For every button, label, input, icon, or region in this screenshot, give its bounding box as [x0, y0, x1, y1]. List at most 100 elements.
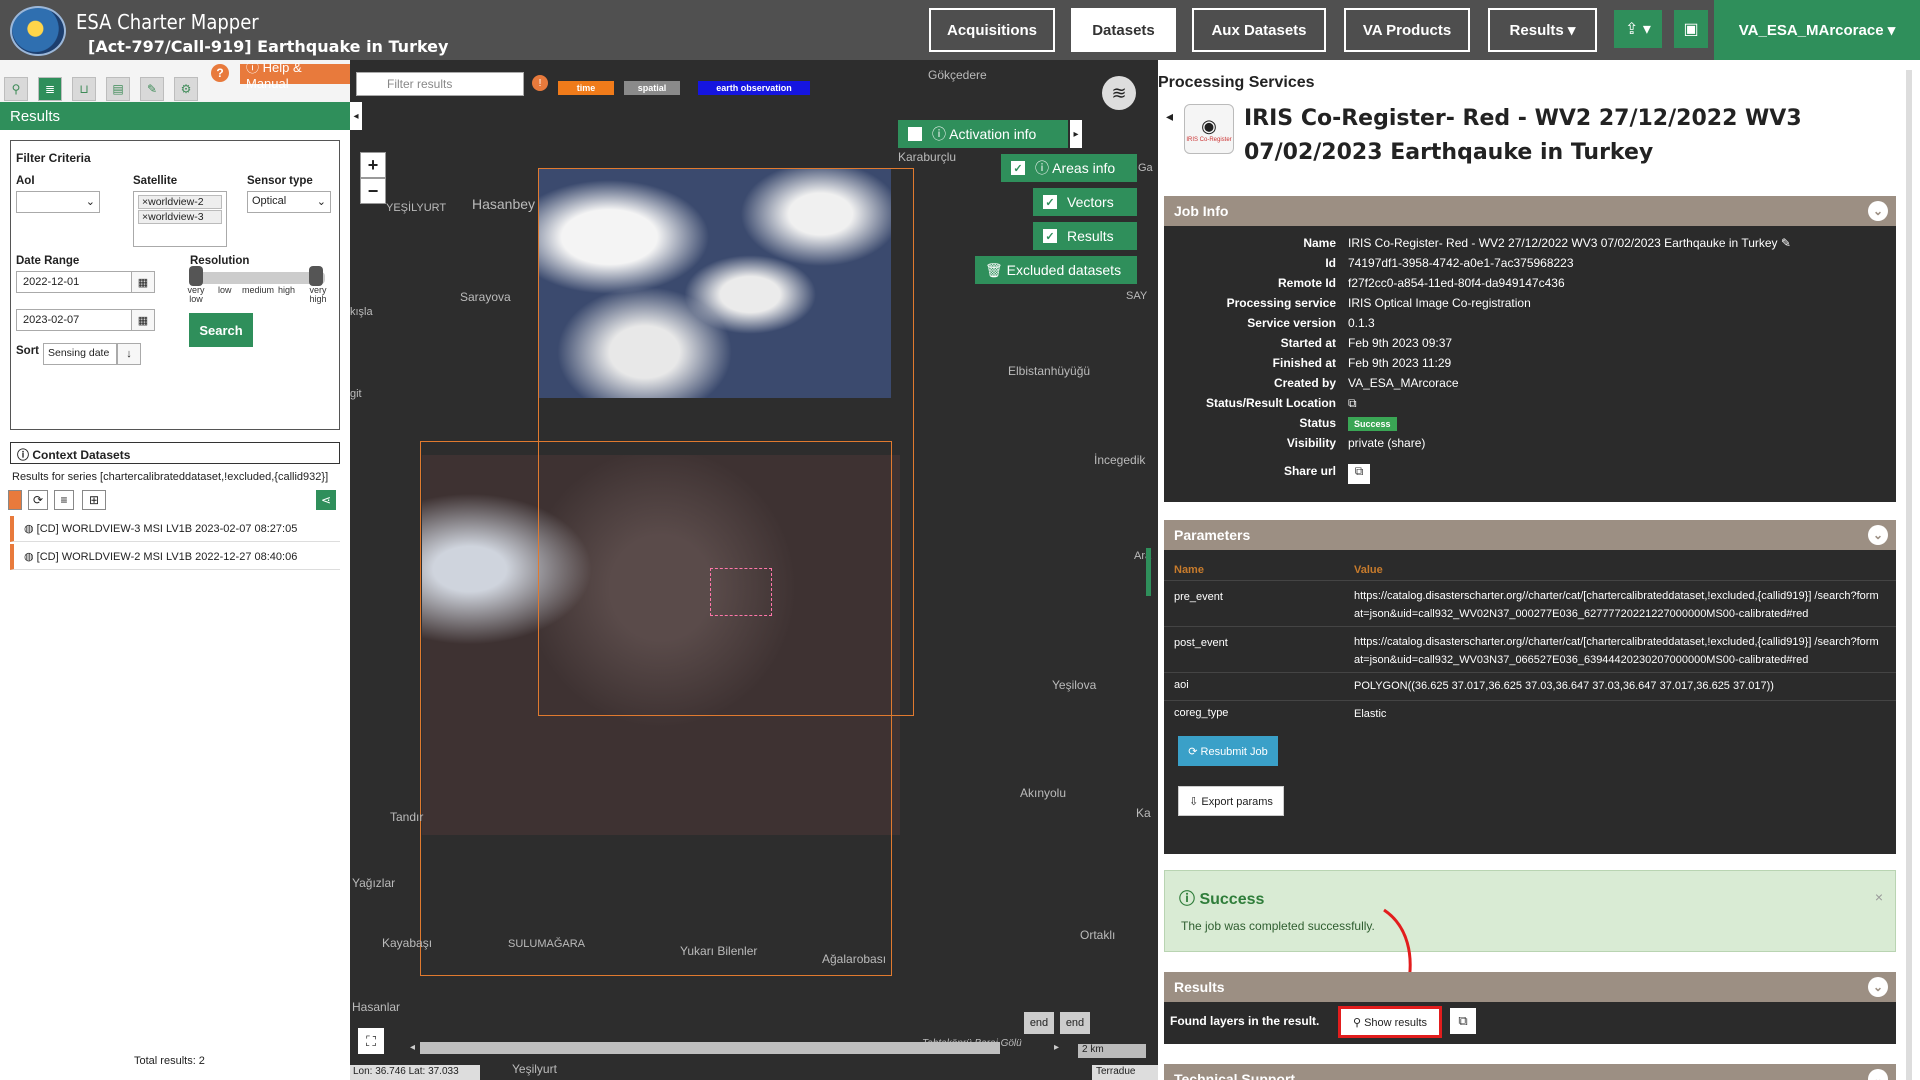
- nav-va-products[interactable]: VA Products: [1344, 8, 1470, 52]
- vectors-toggle[interactable]: ✓ Vectors: [1033, 188, 1137, 216]
- spatial-tag[interactable]: spatial: [624, 81, 680, 95]
- charter-logo: [10, 6, 66, 56]
- zoom-out-button[interactable]: −: [360, 178, 386, 204]
- layers-icon[interactable]: ≋: [1102, 76, 1136, 110]
- date-from-input[interactable]: 2022-12-01: [16, 271, 150, 293]
- chevron-down-icon: ⌄: [316, 196, 326, 208]
- briefcase-icon[interactable]: ▣: [1674, 10, 1708, 48]
- satellite-multiselect[interactable]: ×worldview-2 ×worldview-3: [133, 191, 227, 247]
- results-toggle[interactable]: ✓ Results: [1033, 222, 1137, 250]
- scroll-indicator[interactable]: [1146, 548, 1151, 596]
- sort-select[interactable]: Sensing date: [43, 343, 117, 365]
- technical-support-header[interactable]: Technical Support ⌄: [1164, 1064, 1896, 1080]
- close-icon[interactable]: ×: [1875, 889, 1883, 905]
- job-info-row: Name IRIS Co-Register- Red - WV2 27/12/20…: [1164, 236, 1896, 256]
- chevron-down-icon[interactable]: ⌄: [1868, 201, 1888, 221]
- user-menu[interactable]: VA_ESA_MArcorace ▾: [1714, 0, 1920, 60]
- expand-icon[interactable]: ⛶: [358, 1028, 384, 1054]
- gear-icon[interactable]: ⚙: [174, 77, 198, 101]
- filter-results-input[interactable]: Filter results: [356, 72, 524, 96]
- timeline-slider[interactable]: [420, 1042, 1000, 1054]
- calendar-icon[interactable]: ▦: [131, 309, 155, 331]
- place-label: Gökçedere: [928, 68, 987, 82]
- calendar-icon[interactable]: ▦: [131, 271, 155, 293]
- collapse-layers-icon[interactable]: ▸: [1070, 120, 1082, 148]
- search-icon[interactable]: ⚲: [4, 77, 28, 101]
- excluded-datasets-button[interactable]: 🗑 Excluded datasets: [975, 256, 1137, 284]
- earth-observation-tag[interactable]: earth observation: [698, 81, 810, 95]
- checkbox[interactable]: [908, 127, 922, 141]
- timeline-end-button[interactable]: end: [1060, 1012, 1090, 1034]
- scrollbar[interactable]: [1906, 70, 1912, 1080]
- resolution-slider-handle-min[interactable]: [189, 266, 203, 286]
- job-info-value: Feb 9th 2023 11:29: [1348, 356, 1452, 370]
- resolution-slider[interactable]: [189, 272, 325, 284]
- external-link-icon[interactable]: ⧉: [1348, 396, 1357, 411]
- sort-direction-arrow-icon[interactable]: ↓: [117, 343, 141, 365]
- results-title: Results: [1174, 979, 1225, 995]
- globe-icon: ◍: [24, 551, 37, 563]
- collapse-left-panel-icon[interactable]: ◂: [350, 102, 362, 130]
- list-view-icon[interactable]: ≡: [54, 490, 74, 510]
- status-badge: Success: [1348, 417, 1397, 431]
- help-question-icon[interactable]: ?: [211, 64, 229, 82]
- archive-icon[interactable]: ▤: [106, 77, 130, 101]
- time-tag[interactable]: time: [558, 81, 614, 95]
- satellite-chip[interactable]: ×worldview-3: [138, 210, 222, 224]
- date-to-input[interactable]: 2023-02-07: [16, 309, 150, 331]
- export-params-button[interactable]: ⇩ Export params: [1178, 786, 1284, 816]
- globe-icon: ◍: [24, 523, 37, 535]
- chevron-down-icon[interactable]: ⌄: [1868, 977, 1888, 997]
- job-info-value: IRIS Optical Image Co-registration: [1348, 296, 1531, 310]
- activation-info-toggle[interactable]: ⓘ Activation info: [898, 120, 1068, 148]
- check-icon[interactable]: ✓: [1043, 229, 1057, 243]
- help-manual-button[interactable]: ⓘ Help & Manual: [240, 60, 350, 91]
- technical-support-title: Technical Support: [1174, 1071, 1296, 1080]
- show-results-button[interactable]: ⚲ Show results: [1338, 1006, 1442, 1038]
- nav-results-dropdown[interactable]: Results ▾: [1488, 8, 1597, 52]
- back-chevron-icon[interactable]: ◂: [1166, 108, 1173, 125]
- timeline-right-arrow-icon[interactable]: ▸: [1054, 1042, 1059, 1053]
- resolution-slider-handle-max[interactable]: [309, 266, 323, 286]
- check-icon[interactable]: ✓: [1011, 161, 1025, 175]
- visibility-value[interactable]: private (share): [1348, 436, 1425, 450]
- context-datasets-header[interactable]: ⓘ Context Datasets: [10, 442, 340, 464]
- dataset-item[interactable]: ◍ [CD] WORLDVIEW-2 MSI LV1B 2022-12-27 0…: [10, 544, 340, 570]
- map-view[interactable]: ◂ ⚲ Filter results ! time spatial earth …: [350, 60, 1158, 1080]
- satellite-chip[interactable]: ×worldview-2: [138, 195, 222, 209]
- aoi-select[interactable]: ⌄: [16, 191, 100, 213]
- upload-dropdown-button[interactable]: ⇪ ▾: [1614, 10, 1662, 48]
- sensor-type-select[interactable]: Optical ⌄: [247, 191, 331, 213]
- resubmit-job-button[interactable]: ⟳ Resubmit Job: [1178, 736, 1278, 766]
- copy-icon[interactable]: ⧉: [1450, 1008, 1476, 1034]
- place-label: Akınyolu: [1020, 786, 1067, 800]
- sort-label: Sort: [16, 345, 39, 357]
- basket-add-icon[interactable]: ⊞: [82, 490, 106, 510]
- list-icon[interactable]: ≣: [38, 77, 62, 101]
- job-info-header[interactable]: Job Info ⌄: [1164, 196, 1896, 226]
- basket-icon[interactable]: ⊔: [72, 77, 96, 101]
- dataset-item[interactable]: ◍ [CD] WORLDVIEW-3 MSI LV1B 2023-02-07 0…: [10, 516, 340, 542]
- pencil-icon[interactable]: ✎: [140, 77, 164, 101]
- zoom-in-button[interactable]: +: [360, 152, 386, 178]
- job-info-row: Share url ⧉: [1164, 464, 1896, 484]
- chevron-down-icon[interactable]: ⌄: [1868, 525, 1888, 545]
- job-info-title: Job Info: [1174, 203, 1229, 219]
- results-header[interactable]: Results ⌄: [1164, 972, 1896, 1002]
- parameters-header[interactable]: Parameters ⌄: [1164, 520, 1896, 550]
- copy-icon[interactable]: ⧉: [1348, 464, 1370, 484]
- nav-acquisitions[interactable]: Acquisitions: [929, 8, 1055, 52]
- refresh-icon[interactable]: ⟳: [28, 490, 48, 510]
- share-icon[interactable]: ⋖: [316, 490, 336, 510]
- chevron-down-icon[interactable]: ⌄: [1868, 1069, 1888, 1080]
- timeline-end-button[interactable]: end: [1024, 1012, 1054, 1034]
- footprint-worldview-2[interactable]: [420, 441, 892, 976]
- timeline-left-arrow-icon[interactable]: ◂: [410, 1042, 415, 1053]
- nav-aux-datasets[interactable]: Aux Datasets: [1192, 8, 1326, 52]
- coordinates-readout: Lon: 36.746 Lat: 37.033: [350, 1065, 480, 1080]
- check-icon[interactable]: ✓: [1043, 195, 1057, 209]
- select-all-checkbox[interactable]: [8, 490, 22, 510]
- search-button[interactable]: Search: [189, 313, 253, 347]
- nav-datasets[interactable]: Datasets: [1071, 8, 1176, 52]
- areas-info-toggle[interactable]: ✓ ⓘ Areas info: [1001, 154, 1137, 182]
